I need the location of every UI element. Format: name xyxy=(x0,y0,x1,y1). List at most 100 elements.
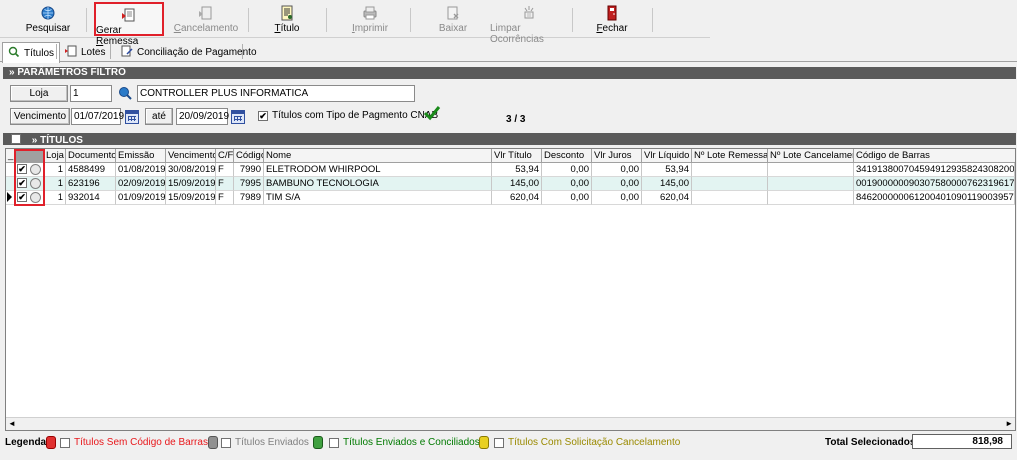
legend-label: Legenda: xyxy=(5,437,50,448)
legend-filter-sent-reconciled[interactable] xyxy=(329,438,339,448)
cell-cf: F xyxy=(216,163,234,177)
cell-code: 7995 xyxy=(234,177,264,191)
cell-due-date: 15/09/2019 xyxy=(166,177,216,191)
legend-sent-reconciled-label: Títulos Enviados e Conciliados xyxy=(343,437,480,448)
cell-discount: 0,00 xyxy=(542,163,592,177)
scroll-right-arrow[interactable]: ► xyxy=(1005,419,1013,428)
col-header-store[interactable]: Loja xyxy=(44,149,66,163)
table-row[interactable]: ✔ 1 623196 02/09/2019 15/09/2019 F 7995 BAMBUNO… xyxy=(6,177,1015,191)
date-to-input[interactable]: 20/09/2019 xyxy=(176,108,230,125)
cell-store: 1 xyxy=(44,191,66,205)
col-header-interest[interactable]: Vlr Juros xyxy=(592,149,642,163)
print-button[interactable]: Imprimir xyxy=(340,2,400,36)
cell-cancel-batch xyxy=(768,163,854,177)
col-header-title-value[interactable]: Vlr Título xyxy=(492,149,542,163)
calendar-icon[interactable] xyxy=(125,110,139,124)
date-to-value: 20/09/2019 xyxy=(179,111,230,122)
apply-filter-check-icon[interactable] xyxy=(423,105,441,124)
store-search-icon[interactable] xyxy=(118,86,132,103)
clear-occurrences-button[interactable]: Limpar Ocorrências xyxy=(490,2,568,45)
table-row[interactable]: ✔ 1 932014 01/09/2019 15/09/2019 F 7989 TIM S/A… xyxy=(6,191,1015,205)
cell-store: 1 xyxy=(44,177,66,191)
toolbar-separator xyxy=(410,8,411,32)
cnab-checkbox[interactable]: ✔ xyxy=(258,111,268,121)
col-header-issue-date[interactable]: Emissão xyxy=(116,149,166,163)
title-button[interactable]: Título xyxy=(262,2,312,36)
legend-filter-no-barcode[interactable] xyxy=(60,438,70,448)
col-header-name[interactable]: Nome xyxy=(264,149,492,163)
row-indicator xyxy=(6,163,16,177)
col-header-net-value[interactable]: Vlr Líquido xyxy=(642,149,692,163)
cell-discount: 0,00 xyxy=(542,191,592,205)
legend-sent-label: Títulos Enviados xyxy=(235,437,309,448)
cell-interest: 0,00 xyxy=(592,163,642,177)
col-header-code[interactable]: Código xyxy=(234,149,264,163)
cell-name: TIM S/A xyxy=(264,191,492,205)
legend-gray-icon xyxy=(208,436,218,449)
cell-document: 623196 xyxy=(66,177,116,191)
col-header-remittance-batch[interactable]: Nº Lote Remessa xyxy=(692,149,768,163)
filter-section-header: » PARÂMETROS FILTRO xyxy=(3,67,1016,79)
tab-batches-label: Lotes xyxy=(81,46,106,58)
cancel-remittance-button[interactable]: Cancelamento xyxy=(172,2,240,36)
legend-filter-cancel-request[interactable] xyxy=(494,438,504,448)
download-button[interactable]: Baixar xyxy=(428,2,478,36)
cell-barcode: 34191380070459491293582430820009179 xyxy=(854,163,1015,177)
col-header-discount[interactable]: Desconto xyxy=(542,149,592,163)
legend-green-icon xyxy=(313,436,323,449)
row-checkbox[interactable]: ✔ xyxy=(17,192,27,202)
cell-cf: F xyxy=(216,191,234,205)
batches-icon xyxy=(65,45,77,60)
cell-code: 7989 xyxy=(234,191,264,205)
date-from-input[interactable]: 01/07/2019 xyxy=(71,108,124,125)
cell-interest: 0,00 xyxy=(592,177,642,191)
toolbar-separator xyxy=(248,8,249,32)
select-all-checkbox[interactable] xyxy=(11,134,21,144)
col-header-cf[interactable]: C/F xyxy=(216,149,234,163)
until-button[interactable]: até xyxy=(145,108,173,125)
cell-remittance-batch xyxy=(692,163,768,177)
close-button[interactable]: Fechar xyxy=(590,2,634,36)
legend-filter-sent[interactable] xyxy=(221,438,231,448)
row-status-indicator xyxy=(30,192,41,203)
legend-no-barcode-label: Títulos Sem Código de Barras xyxy=(74,437,208,448)
legend-bar: Legenda: Títulos Sem Código de Barras Tí… xyxy=(0,433,1017,453)
store-button[interactable]: Loja xyxy=(10,85,68,102)
search-button-label: Pesquisar xyxy=(25,23,71,34)
col-header-document[interactable]: Documento xyxy=(66,149,116,163)
calendar-icon[interactable] xyxy=(231,110,245,124)
print-label: Imprimir xyxy=(351,23,389,34)
cell-title-value: 53,94 xyxy=(492,163,542,177)
due-date-button[interactable]: Vencimento xyxy=(10,108,70,125)
col-header-barcode[interactable]: Código de Barras xyxy=(854,149,1015,163)
close-label: Fechar xyxy=(596,23,628,34)
search-button[interactable]: Pesquisar xyxy=(18,2,78,36)
store-input[interactable]: 1 xyxy=(70,85,112,102)
titles-grid: _ Loja Documento Emissão Vencimento C/F … xyxy=(5,148,1016,431)
cell-remittance-batch xyxy=(692,177,768,191)
legend-yellow-icon xyxy=(479,436,489,449)
cell-discount: 0,00 xyxy=(542,177,592,191)
cell-issue-date: 01/08/2019 xyxy=(116,163,166,177)
tab-titles[interactable]: Títulos xyxy=(2,42,61,63)
store-button-label: Loja xyxy=(29,88,49,99)
filter-section-title: » PARÂMETROS FILTRO xyxy=(9,67,126,78)
tab-reconciliation[interactable]: Conciliação de Pagamento xyxy=(116,42,262,62)
toolbar-separator xyxy=(572,8,573,32)
row-checkbox[interactable]: ✔ xyxy=(17,178,27,188)
tab-batches[interactable]: Lotes xyxy=(60,42,110,62)
scroll-left-arrow[interactable]: ◄ xyxy=(8,419,16,428)
horizontal-scrollbar[interactable]: ◄ ► xyxy=(6,417,1015,430)
title-document-icon xyxy=(279,5,295,21)
download-icon xyxy=(445,5,461,21)
cell-barcode: 0019000000903075800007623196171717801 xyxy=(854,177,1015,191)
col-header-cancel-batch[interactable]: Nº Lote Cancelamento xyxy=(768,149,854,163)
cell-name: BAMBUNO TECNOLOGIA xyxy=(264,177,492,191)
printer-icon xyxy=(362,5,378,21)
row-checkbox[interactable]: ✔ xyxy=(17,164,27,174)
titles-section-header: » TÍTULOS xyxy=(3,133,1016,146)
col-header-due-date[interactable]: Vencimento xyxy=(166,149,216,163)
cell-net-value: 620,04 xyxy=(642,191,692,205)
generate-remittance-button[interactable]: Gerar Remessa xyxy=(94,2,164,47)
table-row[interactable]: ✔ 1 4588499 01/08/2019 30/08/2019 F 7990 ELETRO… xyxy=(6,163,1015,177)
